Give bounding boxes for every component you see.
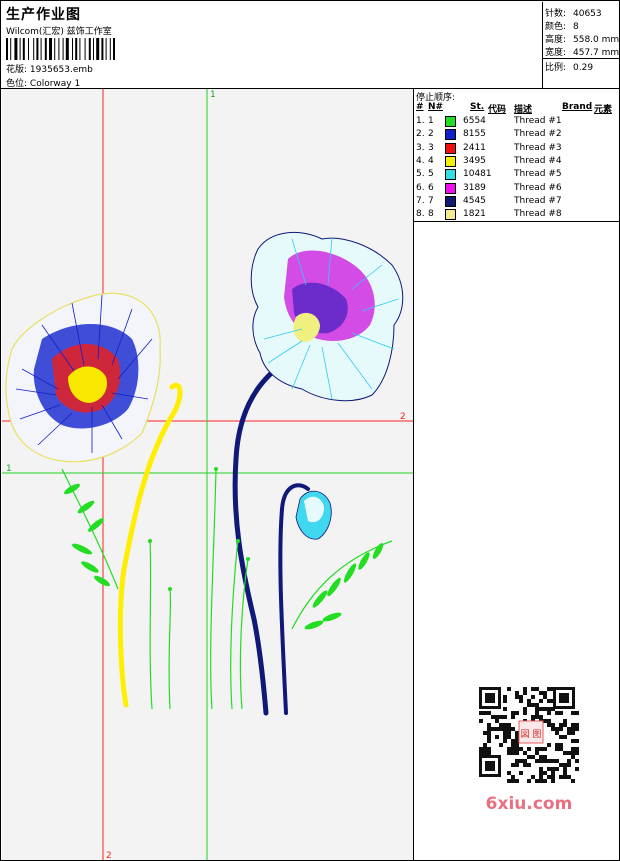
legend-desc: Thread #1 [514,116,562,126]
legend-number: 6 [428,182,434,193]
legend-number: 8 [428,209,434,220]
legend-head-desc: 描述 [514,105,533,115]
legend-row: 3. 3 2411 Thread #3 [414,142,619,156]
red-h-guide-label: 2 [400,412,406,422]
legend-number: 3 [428,142,434,153]
production-sheet: 生产作业图 Wilcom(汇宏) 兹饰工作室 花版: 1935653.emb 色… [0,0,620,861]
barcode [6,38,115,60]
studio-name: Wilcom(汇宏) 兹饰工作室 [6,27,112,37]
legend-head-brand: Brand [562,102,593,112]
legend-desc: Thread #3 [514,142,562,153]
design-canvas: 2 2 1 1 [2,89,413,860]
right-flower [250,231,404,402]
legend-index: 1. [416,116,425,126]
stats-panel: 针数: 40653 颜色: 8 高度: 558.0 mm 宽度: 457.7 mm 比例… [542,2,620,88]
header-panel: 生产作业图 Wilcom(汇宏) 兹饰工作室 花版: 1935653.emb 色… [2,2,540,89]
green-sprigs [61,468,393,710]
stat-width: 宽度: 457.7 mm [545,48,620,58]
legend-index: 2. [416,129,425,140]
legend-head-hash: # [416,102,424,112]
watermark: 図 图 6xiu.com [471,681,586,821]
legend-code: 6554 [463,116,486,126]
legend-index: 8. [416,209,425,220]
legend-desc: Thread #7 [514,195,562,206]
legend-desc: Thread #5 [514,169,562,180]
legend-code: 1821 [463,209,486,220]
legend-index: 4. [416,155,425,166]
legend-code: 3189 [463,182,486,193]
legend-head-code: 代码 [488,105,507,115]
legend-head-elem: 元素 [594,105,613,115]
watermark-stamp: 図 图 [521,729,542,740]
legend-desc: Thread #4 [514,155,562,166]
legend-desc: Thread #2 [514,129,562,140]
stat-stitches: 针数: 40653 [545,9,602,19]
green-h-guide-label: 1 [6,464,12,474]
embroidery-design: 2 2 1 1 [2,89,413,860]
legend-code: 3495 [463,155,486,166]
legend-code: 10481 [463,169,492,180]
legend-row: 4. 4 3495 Thread #4 [414,155,619,169]
watermark-site: 6xiu.com [486,794,573,814]
stat-height: 高度: 558.0 mm [545,35,620,45]
legend-index: 7. [416,195,425,206]
legend-code: 4545 [463,195,486,206]
qr-code-icon: 図 图 6xiu.com [471,681,586,814]
legend-head-st: St. [470,102,485,112]
green-leaves [64,467,384,630]
legend-index: 5. [416,169,425,180]
legend-number: 1 [428,116,434,126]
color-swatch [445,195,456,207]
stat-colors: 颜色: 8 [545,22,579,32]
pattern-label: 花版: [6,65,28,75]
page-title: 生产作业图 [6,7,81,23]
legend-row: 5. 5 10481 Thread #5 [414,169,619,182]
legend-head-no: N# [428,102,444,112]
legend-number: 7 [428,195,434,206]
left-flower [5,292,161,463]
legend-index: 6. [416,182,425,193]
legend-row: 7. 7 4545 Thread #7 [414,195,619,209]
color-swatch [445,142,456,154]
legend-code: 8155 [463,129,486,140]
bud [295,490,332,540]
stat-ratio: 比例: 0.29 [545,63,594,73]
legend-desc: Thread #8 [514,209,562,220]
legend-number: 5 [428,169,434,180]
pattern-value: 1935653.emb [29,65,93,75]
legend-code: 2411 [463,142,486,153]
legend-index: 3. [416,142,425,153]
pattern-file: 花版: 1935653.emb [6,62,93,75]
color-swatch [445,116,456,127]
legend-number: 2 [428,129,434,140]
color-swatch [445,169,456,181]
color-swatch [445,209,456,221]
legend-row: 2. 2 8155 Thread #2 [414,129,619,142]
legend-row: 6. 6 3189 Thread #6 [414,182,619,196]
legend-row: 8. 8 1821 Thread #8 [414,209,619,222]
legend-number: 4 [428,155,434,166]
red-v-guide-label: 2 [106,851,112,860]
color-swatch [445,129,456,141]
color-swatch [445,155,456,167]
green-v-guide-label: 1 [210,90,216,100]
legend-row: 1. 1 6554 Thread #1 [414,116,619,129]
thread-legend: 停止顺序: # N# St. 代码 描述 Brand 元素 1. 1 6554 Thr… [414,89,619,222]
legend-desc: Thread #6 [514,182,562,193]
stats-divider [543,58,620,59]
color-swatch [445,182,456,194]
